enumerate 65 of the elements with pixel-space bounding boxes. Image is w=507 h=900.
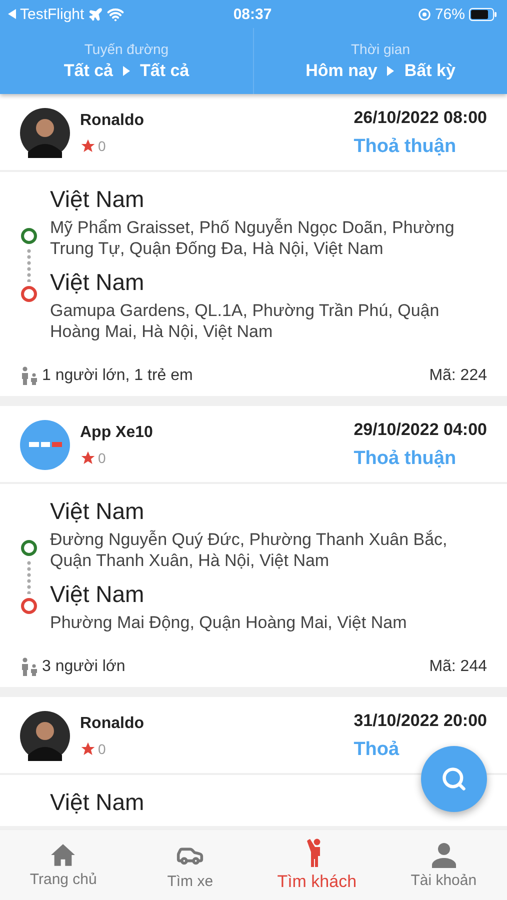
destination-marker [21,286,37,302]
driver-name: App Xe10 [80,424,154,442]
passenger-count: 1 người lớn, 1 trẻ em [42,367,193,385]
trip-card[interactable]: Ronaldo 0 31/10/2022 20:00 Thoả Việt Nam [0,697,507,826]
caret-icon [123,66,130,76]
place-title: Việt Nam [50,581,146,608]
star-icon [80,741,96,757]
clock: 08:37 [233,6,272,22]
passengers-icon [20,657,40,677]
trip-card[interactable]: App Xe10 0 29/10/2022 04:00 Thoả thuận Việt Nam Đường Nguyễn Quý Đức, Phường Thanh Xuân Bắc, Quận Thanh Xuân, Hà Nội, Việt Nam Việt Nam Phường Mai Động, Quận Hoàng Mai, Việt Nam 3 người lớn Mã: 244 [0,406,507,687]
rotation-lock-icon [418,8,431,20]
battery-icon [469,8,497,20]
logo-avatar [20,420,70,470]
place-address: Đường Nguyễn Quý Đức, Phường Thanh Xuân Bắc, Quận Thanh Xuân, Hà Nội, Việt Nam [50,529,448,571]
wifi-icon [107,6,124,22]
driver-name: Ronaldo [80,715,145,733]
star-icon [80,138,96,154]
passengers-icon [20,366,40,386]
trip-price: Thoả [354,739,400,761]
star-icon [80,450,96,466]
trip-datetime: 31/10/2022 20:00 [354,711,487,731]
airplane-icon [88,6,104,22]
trip-code: Mã: 244 [429,658,487,676]
search-icon [441,766,467,792]
tab[interactable]: Trang chủ [0,830,127,900]
trip-price: Thoả thuận [354,136,456,158]
user-icon [432,842,456,868]
place-title: Việt Nam [50,789,146,816]
tab[interactable]: Tìm khách [254,830,380,900]
origin-marker [21,228,37,244]
filter-label: Tuyến đường [84,41,169,57]
place-title: Việt Nam [50,269,146,296]
filter-label: Thời gian [351,41,410,57]
filter-from[interactable]: Hôm nay [306,61,378,81]
place-address: Mỹ Phẩm Graisset, Phố Nguyễn Ngọc Doãn, Phường Trung Tự, Quận Đống Đa, Hà Nội, Việt Nam [50,217,456,259]
tab[interactable]: Tài khoản [380,830,507,900]
avatar [20,108,70,158]
place-title: Việt Nam [50,186,146,213]
rating: 0 [98,450,106,466]
route-dots [27,560,31,594]
caret-icon [387,66,394,76]
trip-datetime: 26/10/2022 08:00 [354,108,487,128]
trip-datetime: 29/10/2022 04:00 [354,420,487,440]
filter-from[interactable]: Tất cả [64,61,113,81]
destination-marker [21,598,37,614]
back-icon[interactable] [8,9,16,19]
tab[interactable]: Tìm xe [126,830,254,900]
passenger-count: 3 người lớn [42,658,126,676]
place-address: Phường Mai Động, Quận Hoàng Mai, Việt Nam [50,612,408,633]
origin-marker [21,540,37,556]
rating: 0 [98,138,106,154]
trip-code: Mã: 224 [429,367,487,385]
avatar [20,711,70,761]
trip-card[interactable] [0,94,507,396]
filter-to[interactable]: Tất cả [140,61,190,81]
place-address: Gamupa Gardens, QL.1A, Phường Trần Phú, Quận Hoàng Mai, Hà Nội, Việt Nam [50,300,440,342]
trip-price: Thoả thuận [354,448,456,470]
home-icon [50,842,76,866]
place-title: Việt Nam [50,498,146,525]
battery-percent: 76% [434,6,465,22]
back-app-label[interactable]: TestFlight [20,6,84,22]
driver-name: Ronaldo [80,112,145,130]
rating: 0 [98,741,106,757]
filter-to[interactable]: Bất kỳ [404,61,456,81]
route-dots [27,248,31,282]
